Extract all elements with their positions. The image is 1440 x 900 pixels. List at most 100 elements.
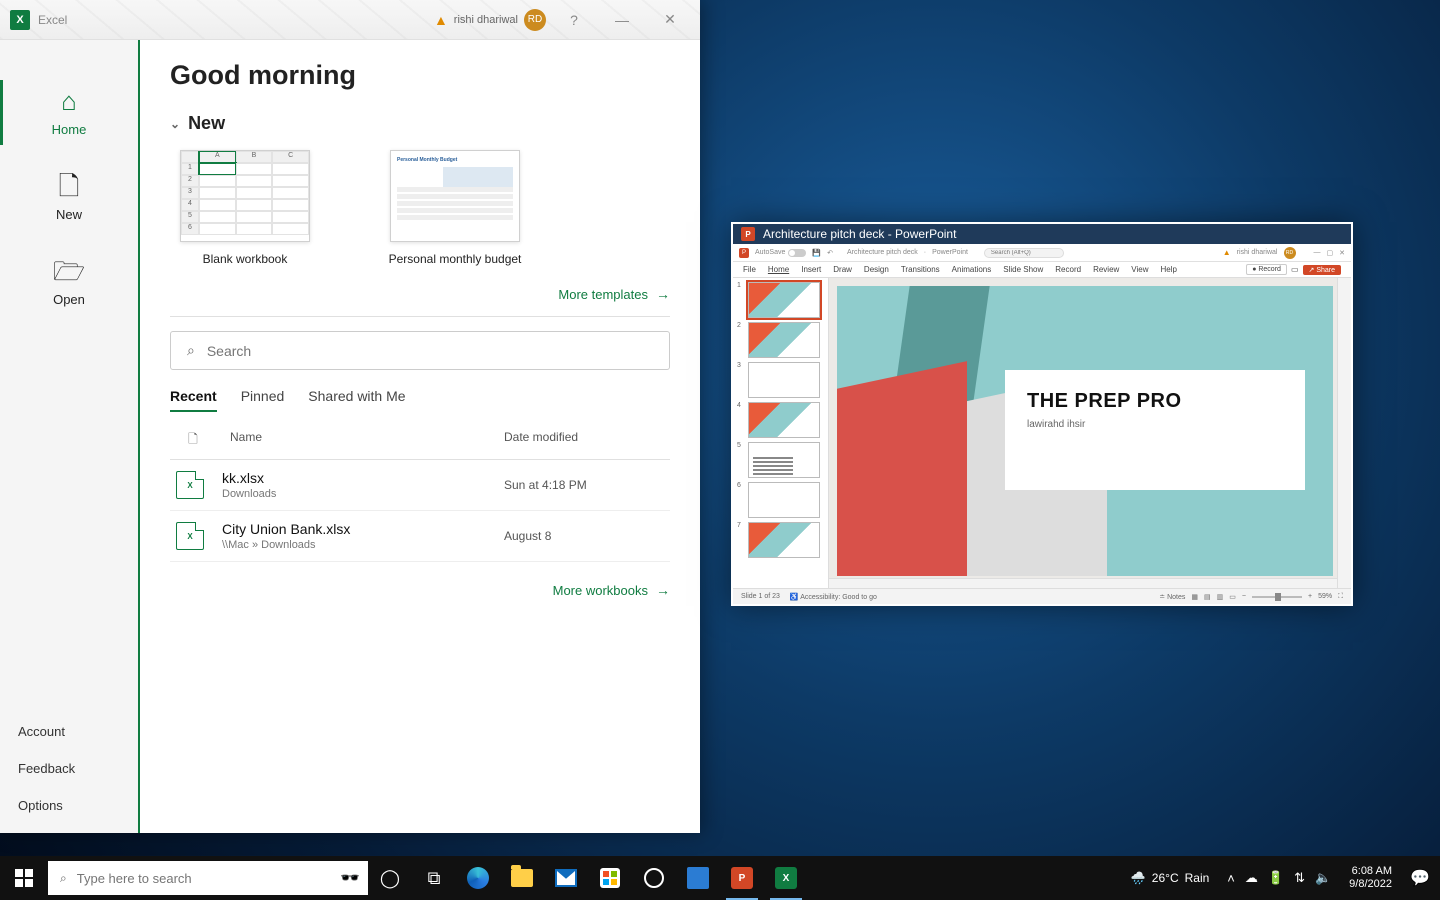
- ribbon-tab-view[interactable]: View: [1131, 265, 1148, 274]
- vertical-scrollbar[interactable]: [1337, 278, 1351, 588]
- search-input[interactable]: [207, 343, 653, 359]
- close-button[interactable]: ✕: [650, 11, 690, 28]
- mail-icon: [555, 869, 577, 887]
- task-view-button[interactable]: ⧉: [412, 856, 456, 900]
- weather-temp: 26°C: [1152, 871, 1179, 885]
- slide-thumb[interactable]: 5: [737, 442, 824, 478]
- tab-pinned[interactable]: Pinned: [241, 388, 285, 412]
- view-reading-icon[interactable]: ▥: [1217, 593, 1224, 601]
- ribbon-tab-help[interactable]: Help: [1161, 265, 1177, 274]
- ribbon-tab-draw[interactable]: Draw: [833, 265, 852, 274]
- more-workbooks-link[interactable]: More workbooks →: [170, 582, 670, 598]
- system-tray[interactable]: ˄ ☁ 🔋 ⇅ 🔈: [1217, 870, 1341, 886]
- ribbon-tab-animations[interactable]: Animations: [952, 265, 992, 274]
- sidebar-home[interactable]: ⌂ Home: [0, 70, 138, 155]
- tab-recent[interactable]: Recent: [170, 388, 217, 412]
- folder-icon: [511, 869, 533, 887]
- slide-thumb[interactable]: 3: [737, 362, 824, 398]
- slide-thumb[interactable]: 1: [737, 282, 824, 318]
- taskbar-excel[interactable]: X: [764, 856, 808, 900]
- ribbon-tab-insert[interactable]: Insert: [801, 265, 821, 274]
- pp-close-button[interactable]: ✕: [1339, 249, 1345, 257]
- accessibility-status[interactable]: ♿ Accessibility: Good to go: [790, 593, 877, 601]
- taskbar-search-input[interactable]: [77, 871, 356, 886]
- chevron-down-icon: ⌄: [170, 117, 180, 131]
- taskbar-weather[interactable]: 🌧️ 26°C Rain: [1123, 871, 1217, 885]
- undo-icon[interactable]: ↶: [827, 249, 833, 257]
- more-templates-link[interactable]: More templates →: [170, 286, 670, 302]
- recent-file-row[interactable]: X kk.xlsx Downloads Sun at 4:18 PM: [170, 460, 670, 511]
- taskbar-powerpoint[interactable]: P: [720, 856, 764, 900]
- view-normal-icon[interactable]: ▦: [1191, 593, 1198, 601]
- search-icon: ⌕: [60, 871, 67, 886]
- present-icon[interactable]: ▭: [1291, 265, 1299, 274]
- ribbon-tab-record[interactable]: Record: [1055, 265, 1081, 274]
- view-slideshow-icon[interactable]: ▭: [1229, 593, 1236, 601]
- recent-file-row[interactable]: X City Union Bank.xlsx \\Mac » Downloads…: [170, 511, 670, 562]
- autosave-toggle[interactable]: AutoSave: [755, 249, 806, 257]
- ribbon-tab-slideshow[interactable]: Slide Show: [1003, 265, 1043, 274]
- share-button[interactable]: ↗ Share: [1303, 265, 1342, 275]
- slide-thumb[interactable]: 6: [737, 482, 824, 518]
- pp-maximize-button[interactable]: ▢: [1327, 249, 1334, 257]
- pp-minimize-button[interactable]: —: [1314, 249, 1321, 256]
- save-icon[interactable]: 💾: [812, 249, 821, 257]
- template-personal-budget[interactable]: Personal Monthly Budget Personal monthly…: [380, 150, 530, 266]
- powerpoint-logo-icon: P: [739, 248, 749, 258]
- tray-sound-icon[interactable]: 🔈: [1315, 870, 1331, 886]
- tray-network-icon[interactable]: ⇅: [1294, 870, 1305, 886]
- titlebar-user[interactable]: ▲ rishi dhariwal RD: [434, 9, 546, 31]
- record-button[interactable]: ● Record: [1246, 264, 1287, 275]
- sidebar-new[interactable]: 🗋 New: [0, 155, 138, 240]
- sidebar-options[interactable]: Options: [18, 798, 120, 813]
- ribbon-tab-transitions[interactable]: Transitions: [901, 265, 940, 274]
- taskbar-mail[interactable]: [544, 856, 588, 900]
- zoom-out-button[interactable]: −: [1242, 593, 1246, 600]
- ribbon-tab-home[interactable]: Home: [768, 265, 789, 274]
- powerpoint-preview-window[interactable]: P Architecture pitch deck - PowerPoint P…: [731, 222, 1353, 606]
- taskbar-edge[interactable]: [456, 856, 500, 900]
- sidebar-account[interactable]: Account: [18, 724, 120, 739]
- current-slide[interactable]: THE PREP PRO lawirahd ihsir: [837, 286, 1333, 576]
- search-box[interactable]: ⌕: [170, 331, 670, 370]
- sidebar-open[interactable]: 🗁 Open: [0, 240, 138, 325]
- slide-thumb[interactable]: 7: [737, 522, 824, 558]
- minimize-button[interactable]: —: [602, 12, 642, 28]
- fit-window-button[interactable]: ⛶: [1338, 593, 1343, 601]
- home-icon: ⌂: [61, 88, 77, 114]
- taskbar-search[interactable]: ⌕ 🕶️: [48, 861, 368, 895]
- help-button[interactable]: ?: [554, 12, 594, 28]
- cortana-button[interactable]: ◯: [368, 856, 412, 900]
- clock-time: 6:08 AM: [1349, 865, 1392, 878]
- taskbar-clock[interactable]: 6:08 AM 9/8/2022: [1341, 865, 1400, 891]
- tab-shared[interactable]: Shared with Me: [308, 388, 405, 412]
- taskbar-store[interactable]: [588, 856, 632, 900]
- ribbon-tab-file[interactable]: File: [743, 265, 756, 274]
- taskbar-app[interactable]: [676, 856, 720, 900]
- taskbar-settings[interactable]: [632, 856, 676, 900]
- preview-title: Architecture pitch deck - PowerPoint: [763, 227, 956, 241]
- ribbon-tab-design[interactable]: Design: [864, 265, 889, 274]
- slide-thumbnails[interactable]: 1 2 3 4 5 6 7: [733, 278, 829, 588]
- ribbon-tab-review[interactable]: Review: [1093, 265, 1119, 274]
- sidebar-feedback[interactable]: Feedback: [18, 761, 120, 776]
- action-center-button[interactable]: 💬: [1400, 868, 1440, 888]
- start-button[interactable]: [0, 856, 48, 900]
- template-blank-workbook[interactable]: ABC 1 2 3 4 5 6 Blank workbook: [170, 150, 320, 266]
- slide-thumb[interactable]: 4: [737, 402, 824, 438]
- excel-file-icon: X: [176, 522, 204, 550]
- pp-search-input[interactable]: [984, 248, 1064, 258]
- col-name: Name: [210, 430, 504, 451]
- notes-button[interactable]: ≐ Notes: [1159, 593, 1185, 601]
- section-new-header[interactable]: ⌄ New: [170, 113, 670, 134]
- zoom-slider[interactable]: [1252, 596, 1302, 598]
- divider: [170, 316, 670, 317]
- zoom-in-button[interactable]: +: [1308, 593, 1312, 600]
- view-sorter-icon[interactable]: ▤: [1204, 593, 1211, 601]
- horizontal-scrollbar[interactable]: [829, 578, 1337, 588]
- tray-onedrive-icon[interactable]: ☁: [1245, 870, 1258, 886]
- taskbar-explorer[interactable]: [500, 856, 544, 900]
- tray-chevron-up-icon[interactable]: ˄: [1227, 871, 1235, 886]
- tray-battery-icon[interactable]: 🔋: [1268, 870, 1284, 886]
- slide-thumb[interactable]: 2: [737, 322, 824, 358]
